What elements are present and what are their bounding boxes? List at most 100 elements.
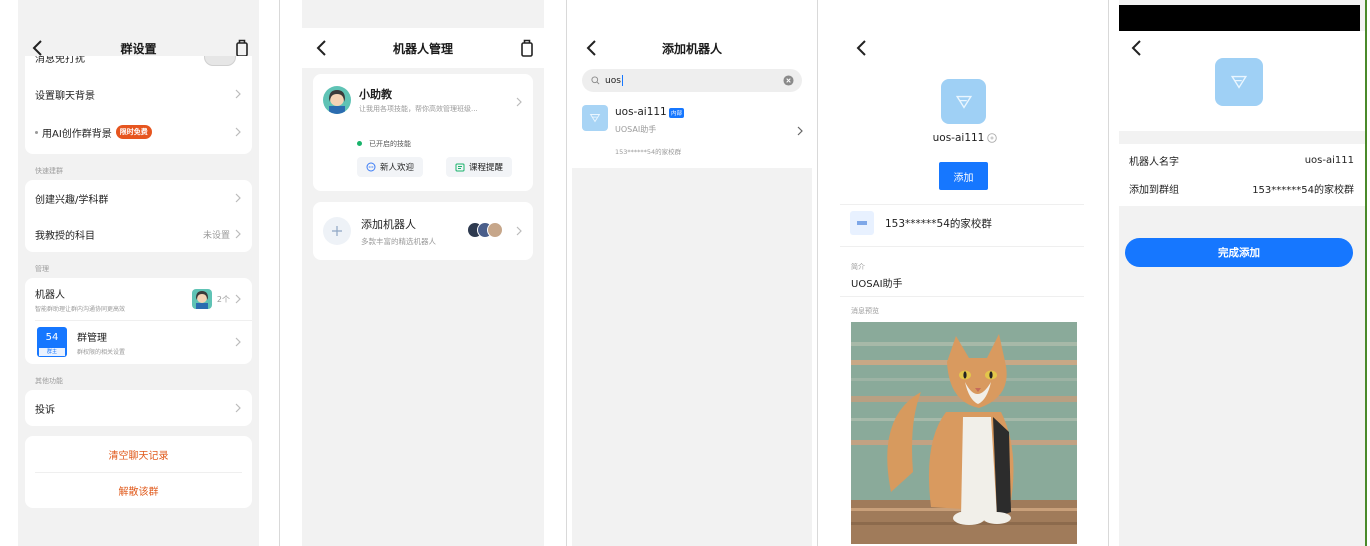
result-desc: UOSAI助手 (615, 125, 657, 134)
teacher-avatar-icon (329, 90, 345, 114)
robot-avatars-stack (467, 222, 505, 238)
group-settings-screen: 群设置 消息免打扰 设置聊天背景 用AI创作群背景 限时免费 快速建群 创建兴趣… (18, 0, 259, 546)
ai-background-row[interactable]: 用AI创作群背景 限时免费 (25, 114, 252, 150)
nav-bar: 添加机器人 (572, 28, 812, 68)
chevron-right-icon (797, 126, 803, 136)
skill-welcome-chip[interactable]: 新人欢迎 (357, 157, 424, 177)
group-manage-text: 群管理 群权限的相关设置 (77, 329, 125, 356)
robot-manage-screen: 机器人管理 小助教 让我用各项技能，帮你高效管理班级... 已开启的技能 新人欢… (302, 0, 544, 546)
robot-label: 机器人 (35, 289, 65, 301)
clear-history-label: 清空聊天记录 (108, 450, 169, 462)
chat-bubble-icon (366, 162, 376, 172)
chevron-right-icon (235, 337, 241, 347)
target-group-label: 添加到群组 (1129, 184, 1179, 196)
text-cursor (621, 75, 623, 86)
bot-logo-icon (955, 95, 972, 109)
chevron-right-icon (235, 127, 241, 137)
clear-input-icon[interactable] (783, 75, 794, 86)
group-number-avatar: 54 群主 (37, 327, 67, 357)
result-group: 153******54的家校群 (615, 148, 682, 156)
danger-actions-card: 清空聊天记录 解散该群 (25, 436, 252, 508)
ai-background-label: 用AI创作群背景 (42, 128, 112, 140)
subject-row[interactable]: 我教授的科目 未设置 (25, 216, 252, 252)
robot-avatar (192, 289, 212, 309)
mute-toggle[interactable] (204, 56, 236, 66)
finish-add-button[interactable]: 完成添加 (1125, 238, 1353, 267)
search-input[interactable]: uos (605, 76, 621, 86)
info-card: 机器人名字 uos-ai111 添加到群组 153******54的家校群 (1119, 144, 1365, 206)
search-result-row[interactable]: uos-ai111 内部 UOSAI助手 153******54的家校群 (572, 100, 812, 166)
section-label-manage: 管理 (35, 265, 49, 273)
bot-avatar (582, 105, 608, 131)
bot-detail-screen: uos-ai111 添加 153******54的家校群 简介 UOSAI助手 … (840, 0, 1090, 546)
mute-label: 消息免打扰 (35, 56, 85, 65)
back-arrow-icon[interactable] (580, 36, 604, 60)
skills-status-dot (357, 141, 362, 146)
cat-preview-image (851, 322, 1077, 544)
search-bar[interactable]: uos (582, 69, 802, 92)
panel-separator (817, 0, 818, 546)
clear-history-button[interactable]: 清空聊天记录 (25, 436, 252, 472)
back-arrow-icon[interactable] (1125, 36, 1149, 60)
plus-icon (332, 226, 342, 236)
group-manage-row[interactable]: 54 群主 群管理 群权限的相关设置 (25, 322, 252, 362)
settings-card-other: 投诉 (25, 390, 252, 426)
robot-sublabel: 智能群助理让群内沟通协同更高效 (35, 305, 126, 313)
row-divider (35, 320, 252, 321)
preview-label: 消息预览 (851, 307, 879, 315)
skills-label: 已开启的技能 (369, 140, 411, 148)
settings-card-manage: 机器人 智能群助理让群内沟通协同更高效 2个 54 群主 群管理 群权限的相关设… (25, 278, 252, 364)
add-bot-button[interactable]: 添加 (939, 162, 988, 190)
bot-name-label: 机器人名字 (1129, 156, 1179, 168)
assistant-desc: 让我用各项技能，帮你高效管理班级... (359, 105, 478, 113)
report-row[interactable]: 投诉 (25, 390, 252, 426)
skill-course-chip[interactable]: 课程提醒 (446, 157, 513, 177)
nav-bar: 机器人管理 (302, 28, 544, 68)
back-arrow-icon[interactable] (850, 36, 874, 60)
add-robot-card[interactable]: 添加机器人 多款丰富的精选机器人 (313, 202, 533, 260)
create-interest-group-row[interactable]: 创建兴趣/学科群 (25, 180, 252, 216)
add-robot-label: 添加机器人 (361, 218, 416, 231)
robot-row[interactable]: 机器人 智能群助理让群内沟通协同更高效 2个 (25, 278, 252, 320)
target-group-value: 153******54的家校群 (1252, 184, 1354, 196)
mute-row[interactable]: 消息免打扰 (25, 56, 252, 70)
finish-add-label: 完成添加 (1218, 247, 1260, 259)
chat-background-row[interactable]: 设置聊天背景 (25, 76, 252, 112)
group-row: 153******54的家校群 (850, 210, 1084, 236)
report-label: 投诉 (35, 404, 55, 416)
row-divider (840, 246, 1084, 247)
chevron-right-icon (516, 97, 522, 107)
calendar-icon (455, 163, 465, 172)
panel-separator (1108, 0, 1109, 546)
chevron-right-icon (516, 226, 522, 236)
trash-icon[interactable] (233, 38, 251, 58)
back-arrow-icon[interactable] (310, 36, 334, 60)
group-name: 153******54的家校群 (885, 217, 992, 230)
bot-logo-icon (589, 114, 601, 123)
bot-name-value: uos-ai111 (1304, 154, 1354, 166)
subject-label: 我教授的科目 (35, 230, 95, 242)
dissolve-group-button[interactable]: 解散该群 (25, 472, 252, 508)
bot-name-row: 机器人名字 uos-ai111 (1119, 146, 1365, 174)
group-avatar-mark (857, 221, 867, 225)
section-label-quick: 快速建群 (35, 167, 63, 175)
bot-name-line: uos-ai111 (840, 132, 1090, 144)
intro-label: 简介 (851, 263, 865, 271)
skill-course-label: 课程提醒 (469, 163, 504, 173)
subject-value: 未设置 (202, 230, 230, 241)
group-avatar-small (850, 211, 874, 235)
target-group-row: 添加到群组 153******54的家校群 (1119, 174, 1365, 202)
page-title: 机器人管理 (392, 41, 453, 56)
search-icon (591, 76, 600, 85)
row-divider (840, 296, 1084, 297)
settings-card-quick: 创建兴趣/学科群 我教授的科目 未设置 (25, 180, 252, 252)
add-robot-sublabel: 多款丰富的精选机器人 (361, 237, 436, 246)
bot-badge-icon (987, 133, 998, 143)
redacted-status-bar (1119, 5, 1360, 31)
trash-icon[interactable] (518, 38, 536, 58)
bot-logo-icon (1230, 75, 1248, 89)
panel-separator (279, 0, 280, 546)
assistant-card[interactable]: 小助教 让我用各项技能，帮你高效管理班级... 已开启的技能 新人欢迎 课程提醒 (313, 74, 533, 191)
assistant-name: 小助教 (359, 88, 392, 101)
ai-dot-icon (35, 130, 38, 134)
